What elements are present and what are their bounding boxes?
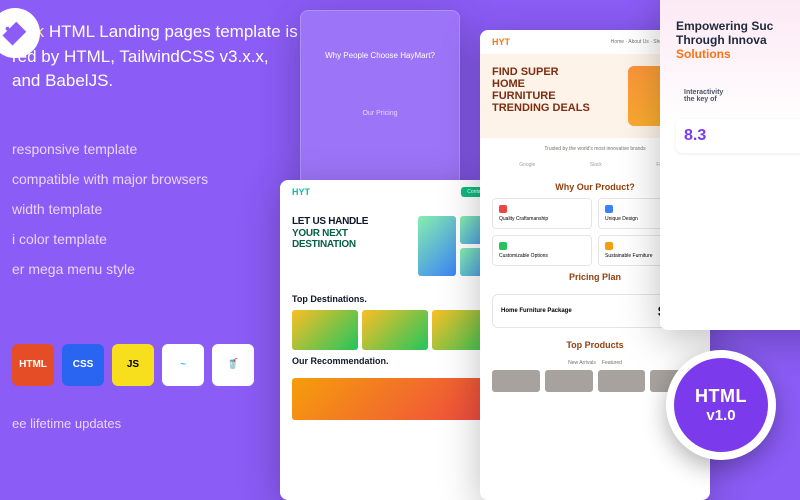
stat-value: 8.3 bbox=[684, 127, 706, 144]
travel-dest-heading: Top Destinations. bbox=[280, 288, 510, 310]
recommendation-banner bbox=[292, 378, 498, 420]
interactivity-block: Interactivity the key of bbox=[676, 81, 800, 111]
feature-item: er mega menu style bbox=[12, 254, 310, 284]
solutions-hero-title: Empowering Suc Through Innova Solutions bbox=[676, 20, 800, 61]
furniture-logo: HYT bbox=[492, 37, 510, 47]
mockup-glass-card: Why People Choose HayMart? Our Pricing bbox=[300, 10, 460, 190]
feature-list: responsive template compatible with majo… bbox=[12, 134, 310, 284]
glass-subtitle: Our Pricing bbox=[321, 110, 439, 117]
main-title: atok HTML Landing pages template is red … bbox=[12, 20, 310, 94]
products-heading: Top Products bbox=[480, 334, 710, 356]
gulp-icon: 🥤 bbox=[212, 344, 254, 386]
badge-line1: HTML bbox=[695, 386, 747, 407]
mockup-travel-site: HYT Contact Us LET US HANDLE YOUR NEXT D… bbox=[280, 180, 510, 500]
product-tab[interactable]: New Arrivals bbox=[568, 360, 596, 366]
updates-text: ee lifetime updates bbox=[12, 416, 310, 431]
product-tab[interactable]: Featured bbox=[602, 360, 622, 366]
product-tabs[interactable]: New Arrivals Featured bbox=[480, 356, 710, 370]
glass-title: Why People Choose HayMart? bbox=[321, 51, 439, 60]
why-card: Customizable Options bbox=[492, 235, 592, 266]
feature-item: i color template bbox=[12, 224, 310, 254]
stat-card: 8.3 bbox=[676, 119, 800, 153]
feature-item: width template bbox=[12, 194, 310, 224]
css3-icon: CSS bbox=[62, 344, 104, 386]
badge-line2: v1.0 bbox=[706, 407, 735, 424]
brand-item: Slack bbox=[590, 162, 602, 168]
feature-item: responsive template bbox=[12, 134, 310, 164]
travel-hero-title: LET US HANDLE YOUR NEXT DESTINATION bbox=[292, 216, 410, 251]
brand-item: Google bbox=[519, 162, 535, 168]
html5-icon: HTML bbox=[12, 344, 54, 386]
mockup-solutions-site: Empowering Suc Through Innova Solutions … bbox=[660, 0, 800, 330]
travel-logo: HYT bbox=[292, 187, 310, 197]
hero-panel: atok HTML Landing pages template is red … bbox=[0, 0, 310, 500]
javascript-icon: JS bbox=[112, 344, 154, 386]
pricing-title: Home Furniture Package bbox=[501, 308, 572, 314]
tech-icons-row: HTML CSS JS ~ 🥤 bbox=[12, 344, 310, 386]
travel-reco-heading: Our Recommendation. bbox=[280, 350, 510, 372]
html-version-badge: HTML v1.0 bbox=[666, 350, 776, 460]
feature-item: compatible with major browsers bbox=[12, 164, 310, 194]
destination-grid bbox=[280, 310, 510, 350]
furniture-hero-title: FIND SUPER HOME FURNITURE TRENDING DEALS bbox=[492, 66, 618, 114]
why-card: Quality Craftsmanship bbox=[492, 198, 592, 229]
tailwind-icon: ~ bbox=[162, 344, 204, 386]
